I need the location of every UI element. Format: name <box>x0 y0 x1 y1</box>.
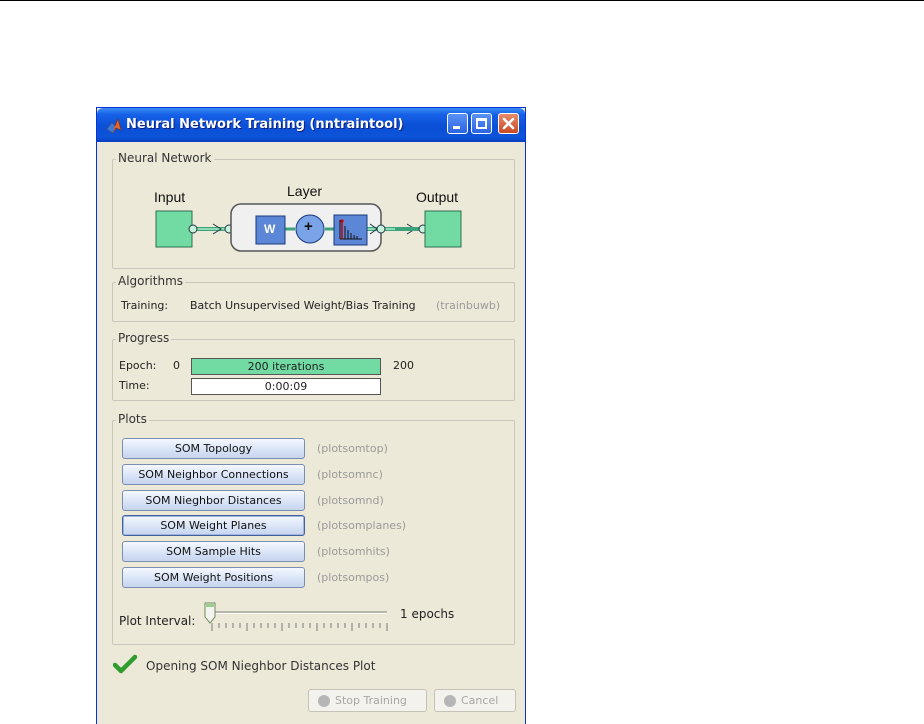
weight-symbol: W <box>264 222 276 236</box>
epoch-progress-text: 200 iterations <box>247 360 325 373</box>
output-node <box>424 210 462 248</box>
cancel-button[interactable]: Cancel <box>434 689 516 712</box>
input-node <box>155 210 193 248</box>
screen-top-border <box>0 0 924 1</box>
epoch-start: 0 <box>173 359 180 372</box>
nntraintool-window: Neural Network Training (nntraintool) Ne… <box>96 107 526 724</box>
time-display: 0:00:09 <box>191 378 381 395</box>
maximize-button[interactable] <box>471 113 492 134</box>
som-weight-positions-fn: (plotsompos) <box>317 571 390 584</box>
cancel-icon <box>444 695 456 707</box>
algorithms-title: Algorithms <box>116 274 186 288</box>
som-neighbor-connections-button[interactable]: SOM Neighbor Connections <box>122 464 305 485</box>
stop-training-label: Stop Training <box>335 694 407 707</box>
som-neighbor-distances-fn: (plotsomnd) <box>317 494 384 507</box>
som-neighbor-distances-button[interactable]: SOM Nieghbor Distances <box>122 490 305 511</box>
close-icon <box>502 117 515 130</box>
som-topology-fn: (plotsomtop) <box>317 442 388 455</box>
plot-interval-label: Plot Interval: <box>119 614 196 628</box>
som-neighbor-connections-fn: (plotsomnc) <box>317 468 383 481</box>
plot-interval-ticks <box>211 623 388 631</box>
minimize-button[interactable] <box>447 113 468 134</box>
training-label: Training: <box>121 299 169 312</box>
algorithms-panel: Algorithms Training: Batch Unsupervised … <box>112 274 515 322</box>
check-icon <box>113 654 137 674</box>
training-value: Batch Unsupervised Weight/Bias Training <box>190 299 416 312</box>
som-weight-planes-fn: (plotsomplanes) <box>317 519 407 532</box>
plot-interval-slider-thumb[interactable] <box>204 602 216 624</box>
plot-interval-track[interactable] <box>212 611 387 614</box>
plots-panel: Plots SOM Topology (plotsomtop) SOM Neig… <box>112 412 515 645</box>
close-button[interactable] <box>498 113 519 134</box>
som-topology-button[interactable]: SOM Topology <box>122 438 305 459</box>
matlab-icon <box>106 118 122 134</box>
cancel-label: Cancel <box>461 694 499 707</box>
epoch-end: 200 <box>393 359 414 372</box>
progress-panel: Progress Epoch: 0 200 iterations 200 Tim… <box>112 331 515 401</box>
network-diagram <box>155 203 462 252</box>
transfer-function-box <box>333 214 368 246</box>
window-title: Neural Network Training (nntraintool) <box>126 117 404 132</box>
training-function: (trainbuwb) <box>436 299 501 312</box>
som-weight-planes-button[interactable]: SOM Weight Planes <box>122 515 305 536</box>
som-weight-positions-button[interactable]: SOM Weight Positions <box>122 567 305 588</box>
stop-icon <box>318 695 330 707</box>
epoch-progress-bar: 200 iterations <box>191 358 381 375</box>
plots-title: Plots <box>116 412 149 426</box>
title-bar[interactable]: Neural Network Training (nntraintool) <box>97 108 525 142</box>
stop-training-button[interactable]: Stop Training <box>308 689 427 712</box>
time-label: Time: <box>119 379 150 392</box>
som-sample-hits-button[interactable]: SOM Sample Hits <box>122 541 305 562</box>
time-value: 0:00:09 <box>264 380 308 393</box>
sum-symbol: + <box>304 218 313 235</box>
neural-network-panel: Neural Network Input Layer Output W + <box>112 151 515 269</box>
progress-title: Progress <box>116 331 172 345</box>
plot-interval-value: 1 epochs <box>400 607 455 621</box>
input-port <box>188 224 198 234</box>
som-sample-hits-fn: (plotsomhits) <box>317 545 390 558</box>
status-message: Opening SOM Nieghbor Distances Plot <box>146 659 376 673</box>
epoch-label: Epoch: <box>119 359 157 372</box>
